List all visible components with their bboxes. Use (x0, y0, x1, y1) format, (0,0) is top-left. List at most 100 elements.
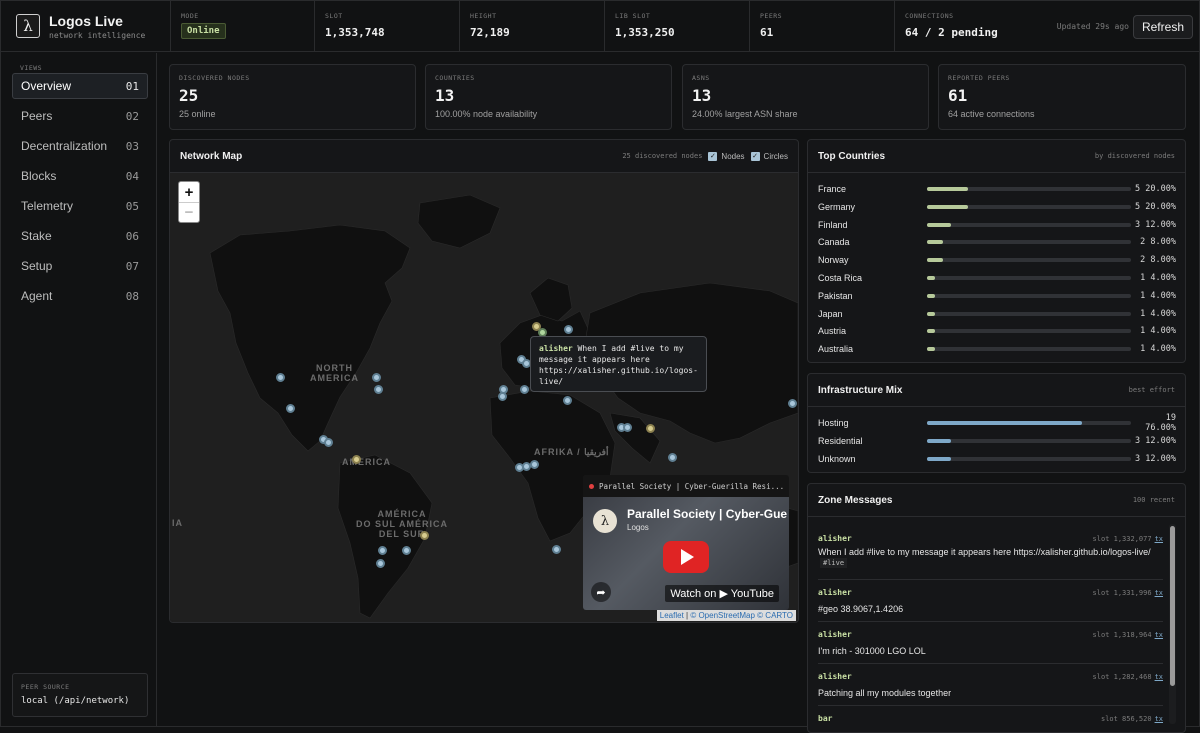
nodes-toggle[interactable]: ✓ Nodes (708, 151, 745, 161)
map-node[interactable] (374, 385, 383, 394)
app-subtitle: network intelligence (49, 30, 146, 40)
status-badge: Online (181, 22, 226, 39)
sidebar: VIEWS Overview 01 Peers 02 Decentralizatio… (1, 53, 157, 727)
bar-label: Austria (818, 326, 847, 337)
arabia-shape (609, 412, 661, 464)
sidebar-item-peers[interactable]: Peers 02 (12, 103, 148, 129)
bar-row: Pakistan 1 4.00% (818, 287, 1176, 305)
bar-label: Australia (818, 344, 854, 355)
sidebar-item-setup[interactable]: Setup 07 (12, 253, 148, 279)
bar-fill (927, 456, 952, 461)
map-node[interactable] (530, 460, 539, 469)
zoom-out-button[interactable]: − (179, 202, 199, 222)
bar-label: France (818, 184, 847, 194)
zoom-in-button[interactable]: + (179, 182, 199, 202)
map-node[interactable] (564, 325, 573, 334)
bar-value: 19 76.00% (1145, 413, 1176, 433)
map-node[interactable] (376, 559, 385, 568)
map-node[interactable] (498, 392, 507, 401)
tx-link[interactable]: tx (1155, 589, 1163, 597)
map-node[interactable] (788, 399, 797, 408)
map-node[interactable] (402, 546, 411, 555)
bar-value: 1 4.00% (1140, 326, 1176, 337)
bar-track (927, 240, 1131, 245)
map-node[interactable] (378, 546, 387, 555)
map-header: Network Map 25 discovered nodes ✓ Nodes ✓… (170, 140, 798, 173)
zone-message: alisher slot 1,318,964 tx I'm rich - 30100… (818, 630, 1163, 664)
map-node[interactable] (646, 424, 655, 433)
tx-link[interactable]: tx (1155, 673, 1163, 681)
bar-row: Japan 1 4.00% (818, 305, 1176, 323)
circles-toggle[interactable]: ✓ Circles (750, 151, 788, 161)
bar-track (927, 204, 1131, 209)
top-countries-hint: by discovered nodes (1094, 152, 1175, 160)
sidebar-item-decentralization[interactable]: Decentralization 03 (12, 133, 148, 159)
leaflet-link[interactable]: Leaflet (660, 611, 684, 620)
zone-messages-hint: 100 recent (1132, 496, 1175, 504)
peer-source-value: local (/api/network) (21, 696, 130, 706)
zoom-control: + − (178, 181, 200, 223)
map-title: Network Map (180, 150, 243, 162)
map-node[interactable] (563, 396, 572, 405)
map-node[interactable] (372, 373, 381, 382)
bar-row: Unknown 3 12.00% (818, 450, 1176, 468)
refresh-button[interactable]: Refresh (1132, 15, 1193, 39)
map-node[interactable] (352, 455, 361, 464)
bar-label: Costa Rica (818, 273, 863, 283)
map-node[interactable] (420, 531, 429, 540)
sidebar-item-telemetry[interactable]: Telemetry 05 (12, 193, 148, 219)
bar-row: Australia 1 4.00% (818, 340, 1176, 358)
bar-row: Canada 2 8.00% (818, 233, 1176, 251)
checkbox-icon: ✓ (708, 151, 718, 161)
osm-link[interactable]: © OpenStreetMap (690, 611, 755, 620)
world-map[interactable]: + − NORTH AMERICA AMERICA AMÉRICA DO SUL A… (170, 173, 798, 622)
map-node[interactable] (324, 438, 333, 447)
bar-value: 1 4.00% (1140, 290, 1176, 301)
kpi-asns: ASNS 13 24.00% largest ASN share (682, 64, 929, 130)
sidebar-item-agent[interactable]: Agent 08 (12, 283, 148, 309)
sidebar-item-overview[interactable]: Overview 01 (12, 73, 148, 99)
sidebar-item-blocks[interactable]: Blocks 04 (12, 163, 148, 189)
tx-link[interactable]: tx (1155, 631, 1163, 639)
map-node[interactable] (276, 373, 285, 382)
map-node[interactable] (520, 385, 529, 394)
infrastructure-title: Infrastructure Mix (818, 384, 903, 396)
map-node[interactable] (552, 545, 561, 554)
carto-link[interactable]: © CARTO (757, 611, 793, 620)
map-node[interactable] (286, 404, 295, 413)
network-map-card: Network Map 25 discovered nodes ✓ Nodes ✓… (169, 139, 799, 623)
bar-label: Germany (818, 201, 856, 212)
bar-row: Hosting 19 76.00% (818, 413, 1176, 433)
stat-mode: MODE Online (171, 0, 315, 52)
watch-on-youtube-link[interactable]: Watch on ▶ YouTube (665, 585, 779, 602)
sidebar-item-stake[interactable]: Stake 06 (12, 223, 148, 249)
zone-message: alisher slot 1,332,077 tx When I add #live… (818, 534, 1163, 580)
bar-track (927, 276, 1131, 280)
bar-fill (927, 258, 944, 263)
youtube-embed[interactable]: Parallel Society | Cyber-Guerilla Resi..… (583, 475, 789, 610)
message-tag: #live (820, 558, 848, 568)
map-node[interactable] (623, 423, 632, 432)
peer-source-panel: PEER SOURCE local (/api/network) (12, 673, 148, 717)
play-icon (681, 549, 694, 565)
map-label-north-america: NORTH AMERICA (310, 363, 359, 383)
bar-track (927, 329, 1131, 334)
play-button[interactable] (663, 541, 709, 573)
updated-timestamp: Updated 29s ago (1056, 22, 1129, 31)
bar-track (927, 347, 1131, 352)
map-attribution: Leaflet | © OpenStreetMap © CARTO (656, 610, 796, 621)
bar-value: 1 4.00% (1140, 308, 1176, 319)
tx-link[interactable]: tx (1155, 715, 1163, 723)
bar-value: 2 8.00% (1140, 237, 1176, 248)
video-title-bar: Parallel Society | Cyber-Guerilla Resi..… (583, 475, 789, 497)
map-tooltip: alisher When I add #live to my message i… (530, 336, 707, 392)
lambda-logo-icon: λ (16, 14, 40, 38)
map-node[interactable] (668, 453, 677, 462)
bar-track (927, 293, 1131, 298)
bar-label: Unknown (818, 453, 856, 464)
tx-link[interactable]: tx (1155, 535, 1163, 543)
bar-value: 1 4.00% (1140, 273, 1176, 283)
bar-value: 3 12.00% (1135, 453, 1176, 464)
share-icon[interactable]: ➦ (591, 582, 611, 602)
scrollbar-thumb[interactable] (1170, 526, 1175, 686)
